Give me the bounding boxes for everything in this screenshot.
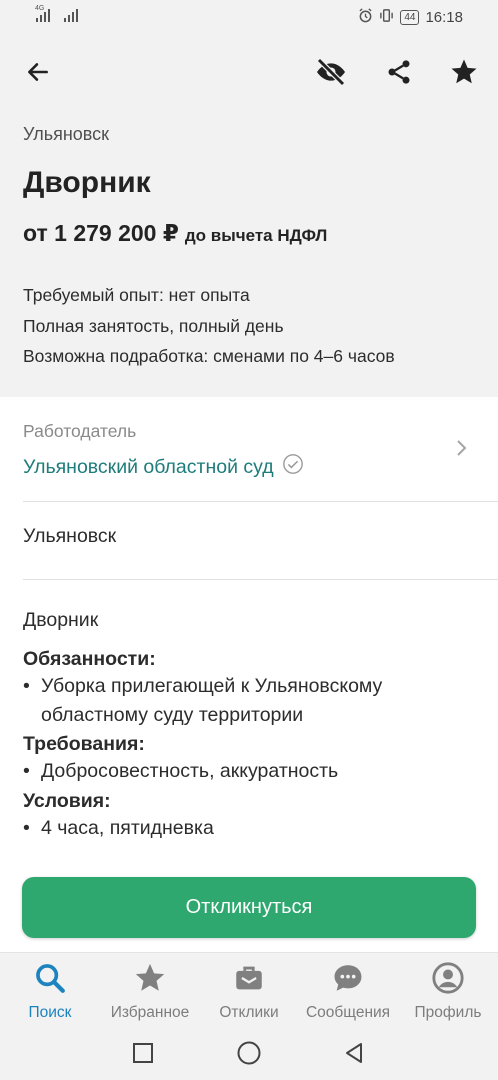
star-icon — [133, 961, 167, 1000]
fact-experience: Требуемый опыт: нет опыта — [23, 285, 250, 305]
briefcase-icon — [232, 961, 266, 1000]
star-icon[interactable] — [446, 54, 482, 90]
vacancy-title: Дворник — [23, 166, 151, 199]
nav-label: Поиск — [28, 1004, 72, 1021]
fact-parttime: Возможна подработка: сменами по 4–6 часо… — [23, 346, 395, 366]
description-job-title: Дворник — [23, 609, 99, 631]
nav-label: Избранное — [110, 1004, 190, 1021]
hide-eye-icon[interactable] — [313, 54, 349, 90]
nav-label: Профиль — [414, 1004, 482, 1021]
bottom-navigation: Поиск Избранное Отклики Сообщения Профил… — [0, 952, 498, 1024]
signal-icon: 4G — [35, 5, 50, 22]
system-navigation — [0, 1024, 498, 1080]
list-item: 4 часа, пятидневка — [23, 814, 483, 843]
recents-square-icon[interactable] — [130, 1040, 156, 1066]
nav-tab-responses[interactable]: Отклики — [201, 961, 297, 1023]
back-triangle-icon[interactable] — [341, 1040, 367, 1066]
cta-container: Откликнуться — [0, 860, 498, 952]
section-heading: Условия: — [23, 789, 111, 812]
signal-indicators: 4G — [35, 5, 78, 22]
list-item: Уборка прилегающей к Ульяновскому област… — [23, 672, 483, 729]
section-list: 4 часа, пятидневка — [23, 814, 483, 843]
back-arrow-icon[interactable] — [20, 54, 56, 90]
app-bar — [0, 34, 498, 110]
vacancy-city: Ульяновск — [23, 124, 110, 144]
employer-caption: Работодатель — [23, 421, 137, 441]
status-bar: 4G 44 16:18 — [0, 0, 498, 34]
verified-check-icon — [282, 453, 304, 481]
location-row: Ульяновск — [23, 525, 117, 547]
section-list: Добросовестность, аккуратность — [23, 757, 483, 786]
fact-employment: Полная занятость, полный день — [23, 315, 284, 336]
employer-name: Ульяновский областной суд — [23, 455, 274, 478]
list-item: Добросовестность, аккуратность — [23, 757, 483, 786]
battery-icon: 44 — [400, 10, 420, 25]
section-heading: Обязанности: — [23, 648, 156, 670]
alarm-icon — [358, 8, 373, 27]
chevron-right-icon — [454, 437, 470, 464]
apply-button[interactable]: Откликнуться — [22, 877, 476, 938]
profile-icon — [431, 961, 465, 1000]
vacancy-facts: Требуемый опыт: нет опыта Полная занятос… — [23, 280, 395, 372]
nav-tab-favorites[interactable]: Избранное — [102, 961, 198, 1023]
vacancy-salary: от 1 279 200 ₽ до вычета НДФЛ — [23, 220, 327, 247]
vacancy-header: Ульяновск Дворник от 1 279 200 ₽ до вычет… — [0, 110, 498, 397]
nav-tab-profile[interactable]: Профиль — [400, 961, 496, 1023]
network-type-label: 4G — [35, 5, 45, 12]
salary-amount: от 1 279 200 ₽ — [23, 220, 179, 246]
salary-note: до вычета НДФЛ — [184, 226, 328, 245]
employer-row[interactable]: Работодатель Ульяновский областной суд — [0, 397, 498, 501]
vacancy-description: Дворник Обязанности: Уборка прилегающей … — [23, 609, 483, 842]
nav-tab-search[interactable]: Поиск — [2, 961, 98, 1023]
nav-tab-messages[interactable]: Сообщения — [300, 961, 396, 1023]
divider — [23, 501, 498, 502]
nav-label: Сообщения — [305, 1004, 391, 1021]
section-list: Уборка прилегающей к Ульяновскому област… — [23, 672, 483, 729]
status-right: 44 16:18 — [358, 8, 463, 27]
search-icon — [33, 961, 67, 1000]
employer-name-link[interactable]: Ульяновский областной суд — [23, 453, 304, 481]
share-icon[interactable] — [381, 54, 417, 90]
home-circle-icon[interactable] — [236, 1040, 262, 1066]
nav-label: Отклики — [219, 1004, 279, 1021]
clock: 16:18 — [425, 9, 463, 26]
vibrate-icon — [379, 8, 394, 27]
section-heading: Требования: — [23, 733, 145, 755]
chat-icon — [331, 961, 365, 1000]
divider — [23, 579, 498, 580]
signal-icon — [64, 9, 78, 22]
